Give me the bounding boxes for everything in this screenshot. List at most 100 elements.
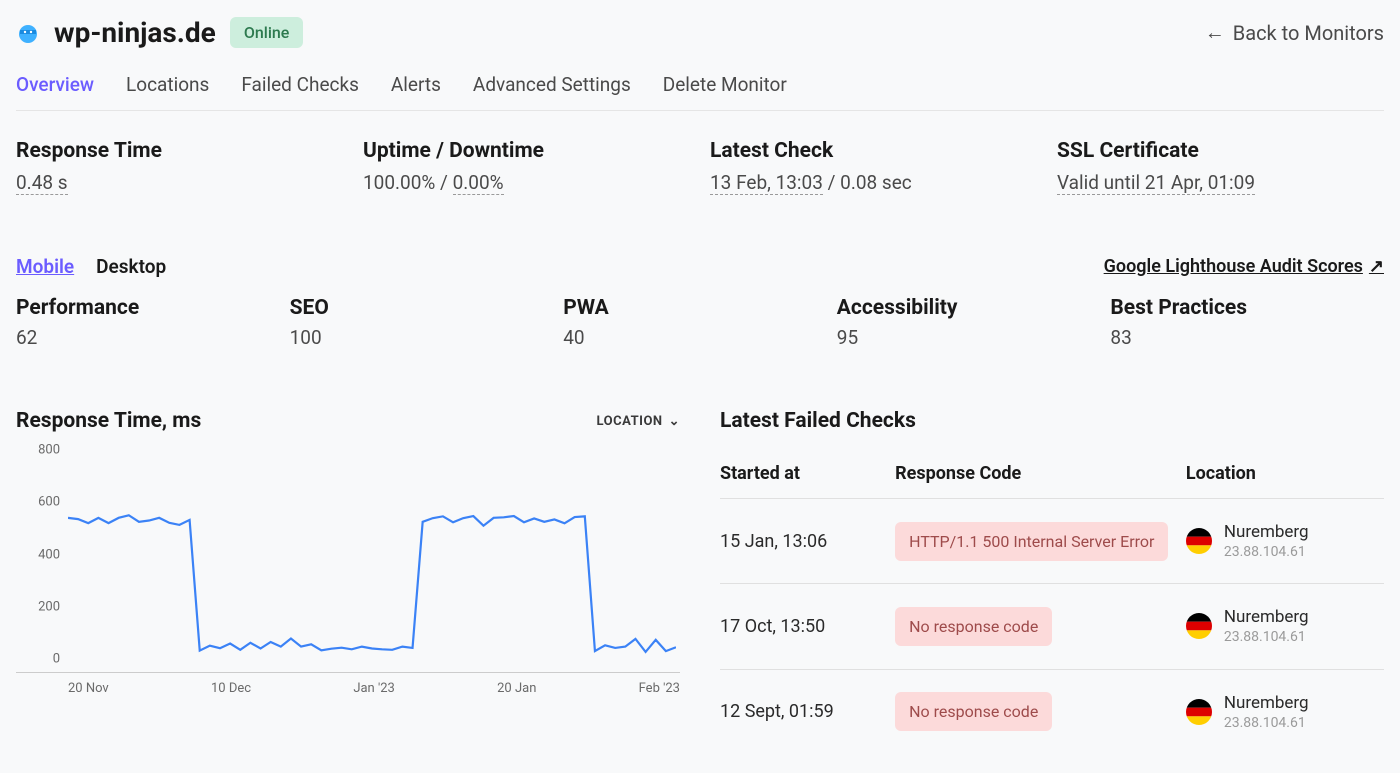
y-tick: 800 [38, 444, 68, 457]
location-text: Nuremberg23.88.104.61 [1224, 606, 1309, 646]
tab-failed-checks[interactable]: Failed Checks [241, 73, 359, 110]
device-tabs: Mobile Desktop [16, 255, 166, 278]
stat-label: Latest Check [710, 139, 1037, 163]
back-to-monitors-link[interactable]: ← Back to Monitors [1205, 20, 1384, 45]
y-tick: 600 [38, 496, 68, 509]
chevron-down-icon: ⌄ [669, 414, 680, 429]
score-label: Best Practices [1110, 296, 1384, 320]
location-dropdown-label: LOCATION [597, 414, 663, 429]
location-text: Nuremberg23.88.104.61 [1224, 521, 1309, 561]
location-ip: 23.88.104.61 [1224, 714, 1309, 732]
stats-row: Response Time 0.48 s Uptime / Downtime 1… [16, 139, 1384, 195]
logo-icon [16, 21, 40, 45]
failed-row[interactable]: 15 Jan, 13:06HTTP/1.1 500 Internal Serve… [720, 499, 1384, 584]
device-tab-mobile[interactable]: Mobile [16, 255, 74, 278]
tab-alerts[interactable]: Alerts [391, 73, 441, 110]
failed-row[interactable]: 12 Sept, 01:59 No response code Nuremberg2… [720, 670, 1384, 754]
stat-response-time: Response Time 0.48 s [16, 139, 343, 195]
score-label: PWA [563, 296, 837, 320]
col-started: Started at [720, 463, 885, 484]
score-label: SEO [290, 296, 564, 320]
stat-value: 0.48 s [16, 171, 343, 195]
main-tabs: Overview Locations Failed Checks Alerts … [16, 73, 1384, 111]
location-name: Nuremberg [1224, 606, 1309, 628]
response-badge: No response code [895, 692, 1052, 731]
stat-value: 13 Feb, 13:03 / 0.08 sec [710, 171, 1037, 195]
flag-de-icon [1186, 528, 1212, 554]
chart-area: 0200400600800 [16, 463, 680, 673]
location-name: Nuremberg [1224, 521, 1309, 543]
location-cell: Nuremberg23.88.104.61 [1186, 521, 1384, 561]
tab-locations[interactable]: Locations [126, 73, 209, 110]
started-at: 12 Sept, 01:59 [720, 701, 885, 722]
location-text: Nuremberg23.88.104.61 [1224, 692, 1309, 732]
external-link-icon: ↗ [1369, 256, 1384, 277]
started-at: 17 Oct, 13:50 [720, 616, 885, 637]
stat-label: SSL Certificate [1057, 139, 1384, 163]
chart-plot [68, 463, 676, 672]
x-tick: 20 Nov [68, 681, 109, 696]
flag-de-icon [1186, 699, 1212, 725]
location-dropdown[interactable]: LOCATION ⌄ [597, 414, 680, 429]
failed-panel: Latest Failed Checks Started at Response… [720, 409, 1384, 754]
failed-table-body: 15 Jan, 13:06HTTP/1.1 500 Internal Serve… [720, 499, 1384, 754]
tab-advanced-settings[interactable]: Advanced Settings [473, 73, 631, 110]
lighthouse-audit-link[interactable]: Google Lighthouse Audit Scores ↗ [1104, 256, 1384, 277]
site-title: wp-ninjas.de [54, 16, 216, 49]
score-value: 95 [837, 326, 1111, 349]
stat-ssl: SSL Certificate Valid until 21 Apr, 01:0… [1057, 139, 1384, 195]
failed-panel-title: Latest Failed Checks [720, 409, 1384, 433]
chart-title-row: Response Time, ms LOCATION ⌄ [16, 409, 680, 433]
tab-overview[interactable]: Overview [16, 73, 94, 110]
header-left: wp-ninjas.de Online [16, 16, 303, 49]
scores-row: Performance 62 SEO 100 PWA 40 Accessibil… [16, 296, 1384, 349]
bottom-row: Response Time, ms LOCATION ⌄ 02004006008… [16, 409, 1384, 754]
arrow-left-icon: ← [1205, 20, 1225, 45]
location-name: Nuremberg [1224, 692, 1309, 714]
score-value: 62 [16, 326, 290, 349]
failed-table: Started at Response Code Location 15 Jan… [720, 463, 1384, 754]
x-axis: 20 Nov10 DecJan '2320 JanFeb '23 [16, 673, 680, 696]
x-tick: 20 Jan [497, 681, 536, 696]
col-location: Location [1186, 463, 1384, 484]
stat-label: Uptime / Downtime [363, 139, 690, 163]
response-badge: No response code [895, 607, 1052, 646]
score-value: 40 [563, 326, 837, 349]
flag-de-icon [1186, 613, 1212, 639]
failed-row[interactable]: 17 Oct, 13:50 No response code Nuremberg23… [720, 584, 1384, 669]
y-tick: 400 [38, 548, 68, 561]
stat-value: 100.00% / 0.00% [363, 171, 690, 195]
audit-header: Mobile Desktop Google Lighthouse Audit S… [16, 255, 1384, 278]
col-response: Response Code [895, 463, 1176, 484]
score-performance: Performance 62 [16, 296, 290, 349]
location-ip: 23.88.104.61 [1224, 628, 1309, 646]
line-chart-svg [68, 463, 676, 672]
score-pwa: PWA 40 [563, 296, 837, 349]
failed-table-header: Started at Response Code Location [720, 463, 1384, 499]
response-cell: No response code [895, 692, 1176, 731]
x-tick: Jan '23 [353, 681, 395, 696]
status-badge: Online [230, 17, 304, 48]
back-label: Back to Monitors [1233, 21, 1384, 45]
score-label: Accessibility [837, 296, 1111, 320]
score-best-practices: Best Practices 83 [1110, 296, 1384, 349]
response-cell: No response code [895, 607, 1176, 646]
score-value: 83 [1110, 326, 1384, 349]
location-cell: Nuremberg23.88.104.61 [1186, 692, 1384, 732]
y-axis: 0200400600800 [16, 463, 68, 672]
stat-uptime: Uptime / Downtime 100.00% / 0.00% [363, 139, 690, 195]
audit-link-text: Google Lighthouse Audit Scores [1104, 256, 1363, 277]
stat-value: Valid until 21 Apr, 01:09 [1057, 171, 1384, 195]
device-tab-desktop[interactable]: Desktop [96, 255, 166, 278]
score-value: 100 [290, 326, 564, 349]
stat-label: Response Time [16, 139, 343, 163]
tab-delete-monitor[interactable]: Delete Monitor [663, 73, 787, 110]
chart-panel: Response Time, ms LOCATION ⌄ 02004006008… [16, 409, 680, 754]
score-accessibility: Accessibility 95 [837, 296, 1111, 349]
stat-latest-check: Latest Check 13 Feb, 13:03 / 0.08 sec [710, 139, 1037, 195]
response-cell: HTTP/1.1 500 Internal Server Error [895, 522, 1176, 561]
x-tick: Feb '23 [639, 681, 680, 696]
location-cell: Nuremberg23.88.104.61 [1186, 606, 1384, 646]
y-tick: 0 [53, 653, 68, 666]
location-ip: 23.88.104.61 [1224, 543, 1309, 561]
